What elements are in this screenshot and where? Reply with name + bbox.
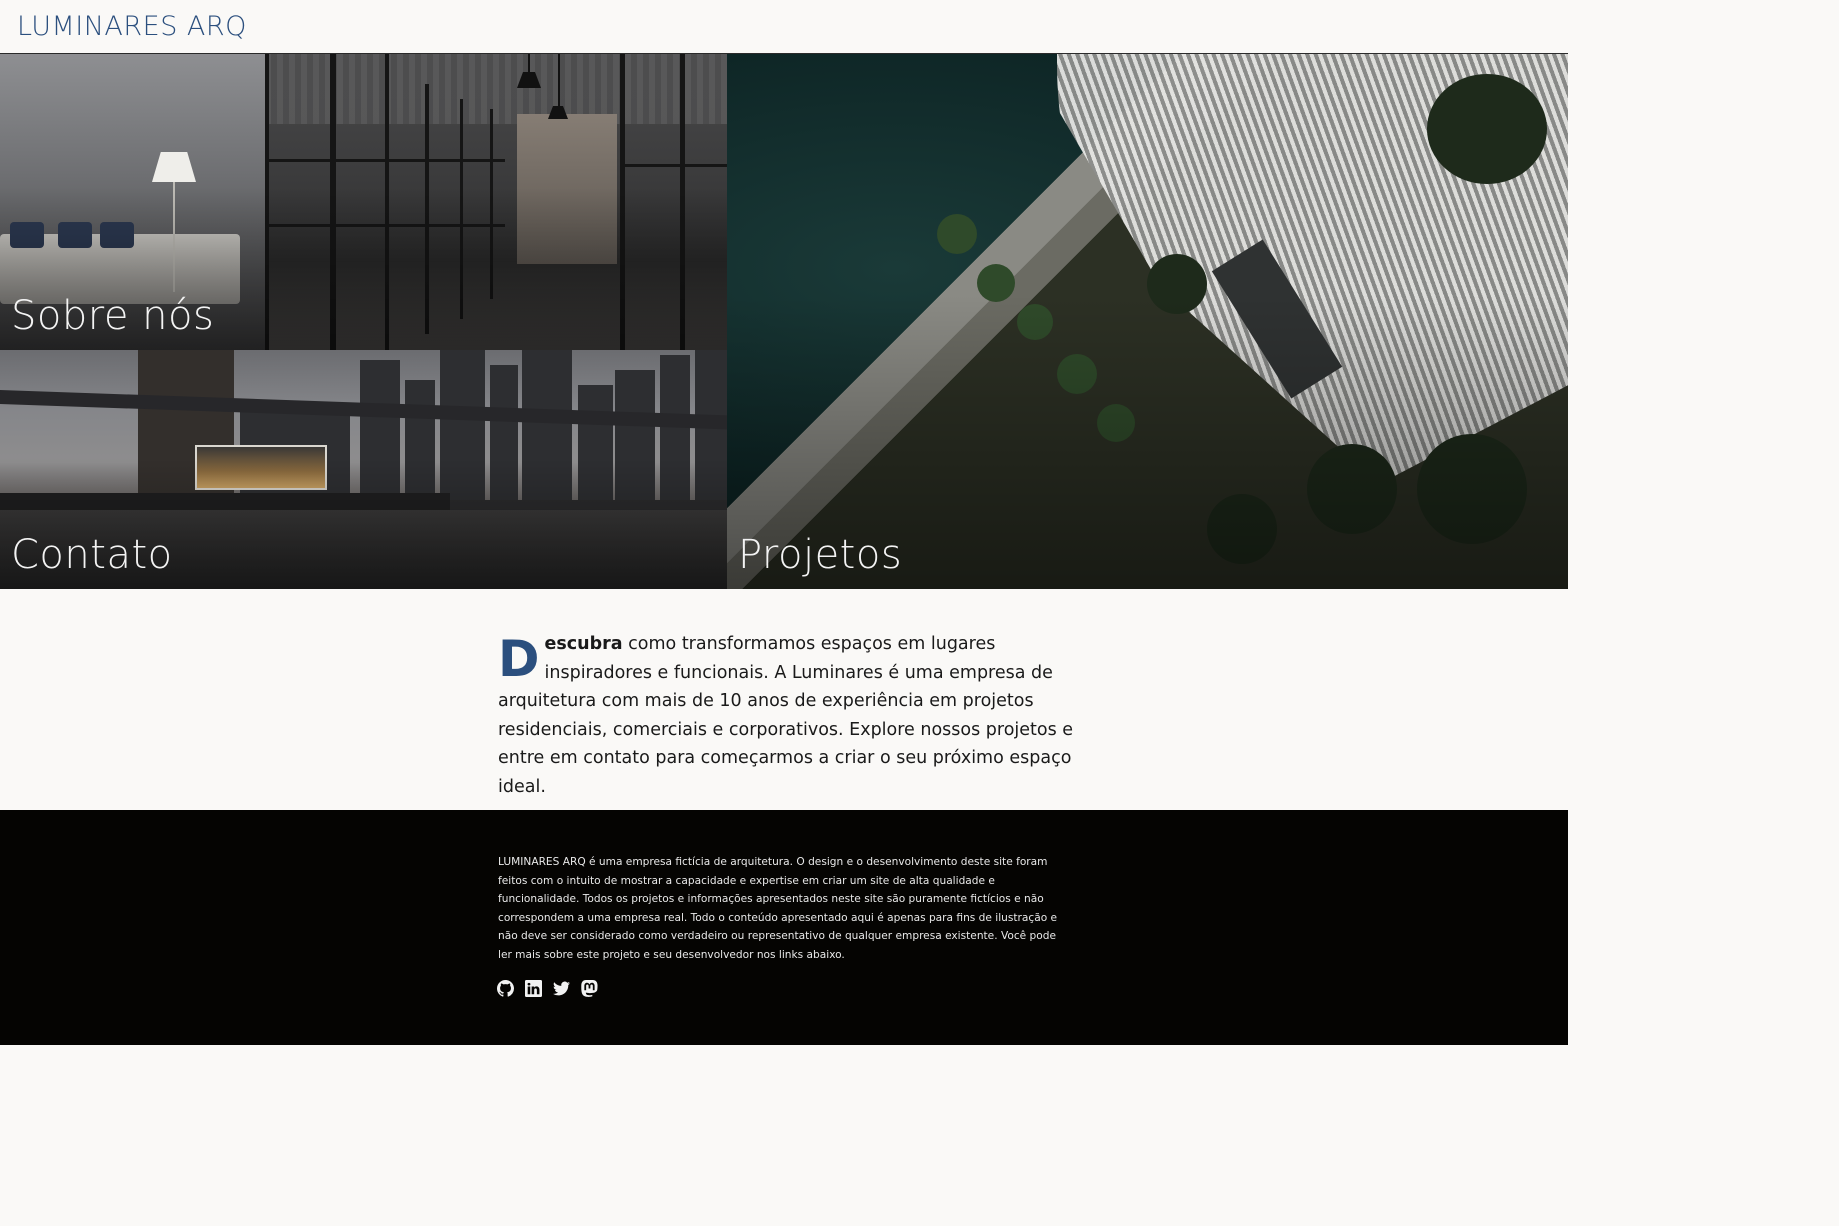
linkedin-icon	[525, 980, 542, 997]
github-icon	[497, 980, 514, 997]
intro-text: como transformamos espaços em lugares in…	[498, 634, 1074, 797]
tile-label-projects: Projetos	[738, 532, 903, 578]
twitter-icon	[553, 980, 570, 997]
footer-disclaimer: LUMINARES ARQ é uma empresa fictícia de …	[498, 856, 1058, 961]
intro-lead-word: escubra	[544, 634, 623, 654]
tile-label-contact: Contato	[11, 532, 173, 578]
site-header: LUMINARES ARQ	[0, 0, 1568, 54]
tile-contact[interactable]: Contato	[0, 350, 727, 589]
hero-grid: Sobre nós Contato Projetos	[0, 54, 1568, 589]
twitter-link[interactable]	[553, 980, 570, 997]
intro-paragraph: Descubra como transformamos espaços em l…	[498, 630, 1098, 801]
tile-label-about-us: Sobre nós	[11, 293, 215, 339]
intro-dropcap: D	[498, 630, 540, 688]
brand-logo-link[interactable]: LUMINARES ARQ	[17, 13, 247, 40]
social-links	[497, 980, 598, 997]
mastodon-icon	[581, 980, 598, 997]
mastodon-link[interactable]	[581, 980, 598, 997]
github-link[interactable]	[497, 980, 514, 997]
tile-gradient-overlay	[727, 54, 1568, 589]
tile-about-us[interactable]: Sobre nós	[0, 54, 727, 350]
site-footer: LUMINARES ARQ é uma empresa fictícia de …	[0, 810, 1568, 1045]
tile-projects[interactable]: Projetos	[727, 54, 1568, 589]
linkedin-link[interactable]	[525, 980, 542, 997]
